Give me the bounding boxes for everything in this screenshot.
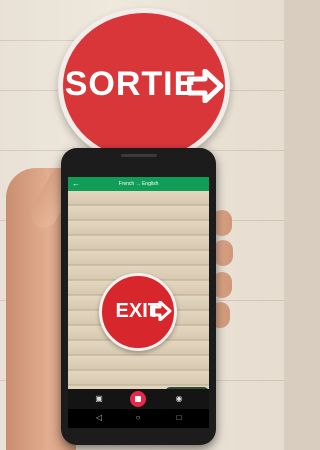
language-pair: French → English — [68, 181, 209, 187]
nav-back-icon[interactable]: ◁ — [94, 413, 104, 423]
nav-recents-icon[interactable]: □ — [174, 413, 184, 423]
exit-arrow-icon — [150, 301, 172, 321]
phone: ← French → English EXIT Instant On ▣ — [61, 148, 216, 445]
gallery-icon[interactable]: ▣ — [94, 394, 104, 404]
source-language[interactable]: French — [119, 181, 135, 187]
nav-home-icon[interactable]: ○ — [133, 413, 143, 423]
shutter-button[interactable] — [130, 391, 146, 407]
settings-icon[interactable]: ◉ — [174, 394, 184, 404]
target-language[interactable]: English — [142, 181, 158, 187]
android-navbar: ◁ ○ □ — [68, 409, 209, 428]
phone-screen: ← French → English EXIT Instant On ▣ — [68, 177, 209, 428]
phone-speaker — [121, 154, 157, 157]
finger — [213, 240, 233, 266]
background-arrow-icon — [187, 69, 224, 103]
camera-controls: ▣ ◉ — [68, 389, 209, 409]
translate-toolbar: ← French → English — [68, 177, 209, 191]
camera-icon — [135, 396, 141, 402]
background-sortie-sign: SORTIE — [58, 8, 230, 164]
translated-exit-sign: EXIT — [99, 273, 177, 351]
camera-viewfinder[interactable]: EXIT Instant On — [68, 191, 209, 398]
